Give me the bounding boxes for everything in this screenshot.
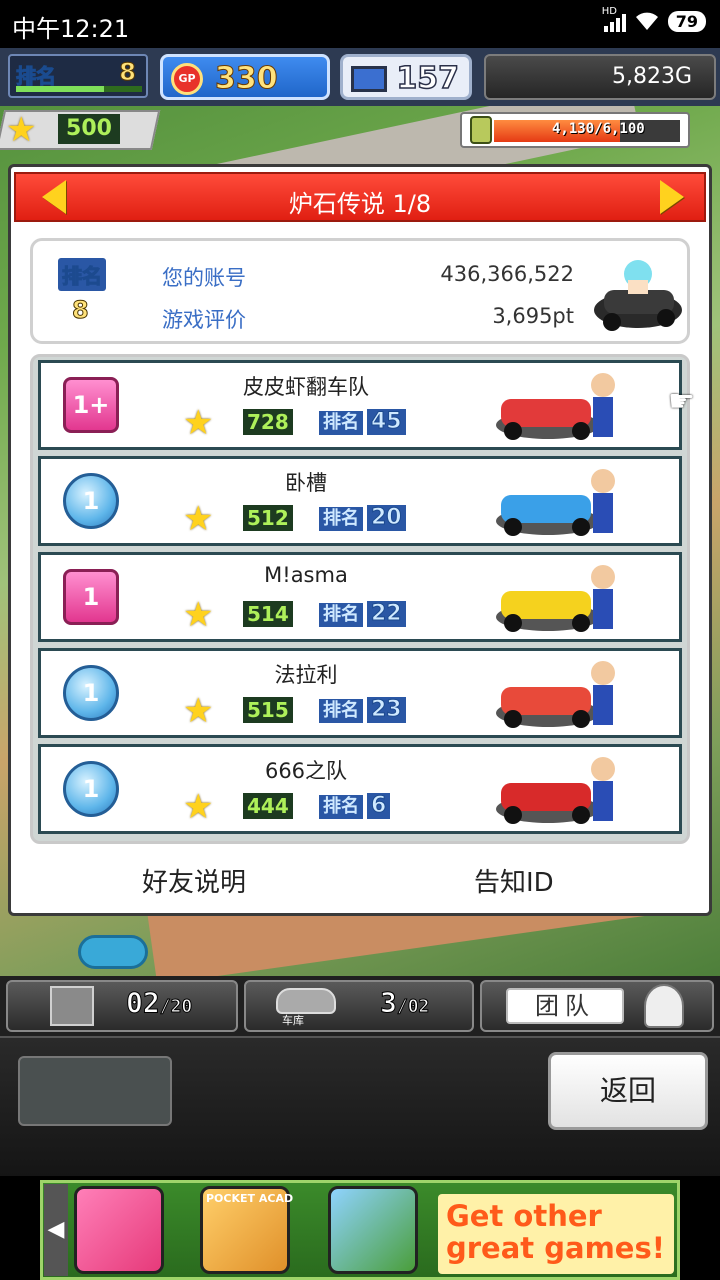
star-value: 500: [58, 114, 120, 144]
garage-label: 车库: [282, 1014, 304, 1027]
rank-value: 8: [119, 58, 137, 87]
account-rank-label: 排名: [58, 258, 106, 291]
star-icon: ★: [183, 595, 214, 635]
friend-name: M!asma: [264, 563, 348, 587]
friend-car-avatar: [496, 469, 615, 536]
status-bar: 中午12:21 HD 79: [0, 0, 720, 48]
gp-value: 330: [215, 61, 279, 97]
friend-rank-value: 22: [367, 601, 406, 627]
star-icon: ★: [6, 110, 37, 150]
friend-rank-label: 排名: [319, 411, 363, 435]
team-avatar-icon[interactable]: [644, 984, 684, 1028]
star-icon: ★: [183, 403, 214, 443]
level-badge-icon: 1+: [63, 377, 119, 433]
signal-icon: HD: [602, 6, 626, 32]
friend-score: 444: [243, 793, 293, 819]
friend-car-avatar: [496, 565, 615, 632]
gp-coin-icon: GP: [171, 63, 203, 95]
funds-text: 4,130/6,100: [552, 121, 645, 137]
friend-rank-value: 45: [367, 409, 406, 435]
ad-app-sushi-icon[interactable]: [74, 1186, 164, 1274]
friend-rank-value: 6: [367, 793, 391, 819]
friend-score: 515: [243, 697, 293, 723]
friend-car-avatar: [496, 661, 615, 728]
battery-indicator: 79: [667, 10, 706, 32]
ad-prev-arrow-icon[interactable]: ◀: [44, 1184, 68, 1276]
level-badge-icon: 1: [63, 665, 119, 721]
prev-page-arrow-icon[interactable]: [42, 180, 66, 214]
clock: 中午12:21: [12, 15, 130, 43]
friend-score: 728: [243, 409, 293, 435]
money-value: 5,823G: [611, 64, 692, 89]
coin-stack-icon: [470, 116, 492, 144]
ad-app-title: POCKET ACAD: [206, 1192, 294, 1205]
star-icon: ★: [183, 691, 214, 731]
friend-help-link[interactable]: 好友说明: [142, 862, 246, 899]
parts-segment[interactable]: [6, 980, 238, 1032]
friend-name: 皮皮虾翻车队: [243, 375, 369, 399]
level-badge-icon: 1: [63, 569, 119, 625]
gp-counter[interactable]: GP 330: [160, 54, 330, 100]
rating-label: 游戏评价: [162, 308, 246, 332]
message-box: [18, 1056, 172, 1126]
pc-counter[interactable]: 157: [340, 54, 472, 100]
player-rank-box[interactable]: 排名 8: [8, 54, 148, 98]
star-icon: ★: [183, 499, 214, 539]
account-label: 您的账号: [162, 266, 246, 290]
back-button[interactable]: 返回: [548, 1052, 708, 1130]
pc-value: 157: [396, 60, 460, 97]
friend-rank-value: 23: [367, 697, 406, 723]
friend-row[interactable]: 1+ 皮皮虾翻车队 ★ 728 排名 45: [38, 360, 682, 450]
friend-row[interactable]: 1 卧槽 ★ 512 排名 20: [38, 456, 682, 546]
parts-count: 02/20: [126, 986, 193, 1020]
next-page-arrow-icon[interactable]: [660, 180, 684, 214]
garage-count: 3/02: [380, 986, 430, 1020]
friend-rank-value: 20: [367, 505, 406, 531]
status-icons: HD 79: [602, 6, 706, 32]
friend-name: 卧槽: [285, 471, 327, 495]
garage-car-icon: [276, 988, 336, 1014]
friend-row[interactable]: 1 M!asma ★ 514 排名 22: [38, 552, 682, 642]
panel-title: 炉石传说 1/8: [288, 190, 432, 218]
rank-label: 排名: [16, 64, 57, 89]
friend-rank-label: 排名: [319, 699, 363, 723]
tank-decoration: [78, 935, 148, 969]
notify-id-link[interactable]: 告知ID: [474, 862, 554, 899]
friend-rank-label: 排名: [319, 507, 363, 531]
star-icon: ★: [183, 787, 214, 827]
wifi-icon: [635, 12, 658, 30]
friend-row[interactable]: 1 666之队 ★ 444 排名 6: [38, 744, 682, 834]
panel-title-bar: 炉石传说 1/8: [14, 172, 706, 222]
friend-rank-label: 排名: [319, 795, 363, 819]
level-badge-icon: 1: [63, 473, 119, 529]
friend-rank-label: 排名: [319, 603, 363, 627]
friend-score: 514: [243, 601, 293, 627]
ad-get-games-link[interactable]: Get other great games!: [438, 1194, 674, 1274]
friend-row[interactable]: 1 法拉利 ★ 515 排名 23: [38, 648, 682, 738]
rank-progress-bar: [16, 86, 142, 92]
friend-car-avatar: [496, 757, 615, 824]
friend-car-avatar: [496, 373, 615, 440]
ad-app-kingdom-icon[interactable]: [328, 1186, 418, 1274]
level-badge-icon: 1: [63, 761, 119, 817]
crate-icon: [50, 986, 94, 1026]
account-value: 436,366,522: [440, 262, 574, 286]
friend-name: 法拉利: [274, 663, 338, 687]
friend-score: 512: [243, 505, 293, 531]
team-button[interactable]: 团队: [506, 988, 624, 1024]
computer-icon: [351, 66, 387, 92]
friend-name: 666之队: [264, 759, 348, 783]
player-car-avatar: [594, 260, 682, 331]
money-display: 5,823G: [484, 54, 716, 100]
pointer-hand-icon: ☛: [668, 384, 695, 419]
rating-value: 3,695pt: [492, 304, 574, 328]
account-rank-value: 8: [72, 296, 90, 325]
